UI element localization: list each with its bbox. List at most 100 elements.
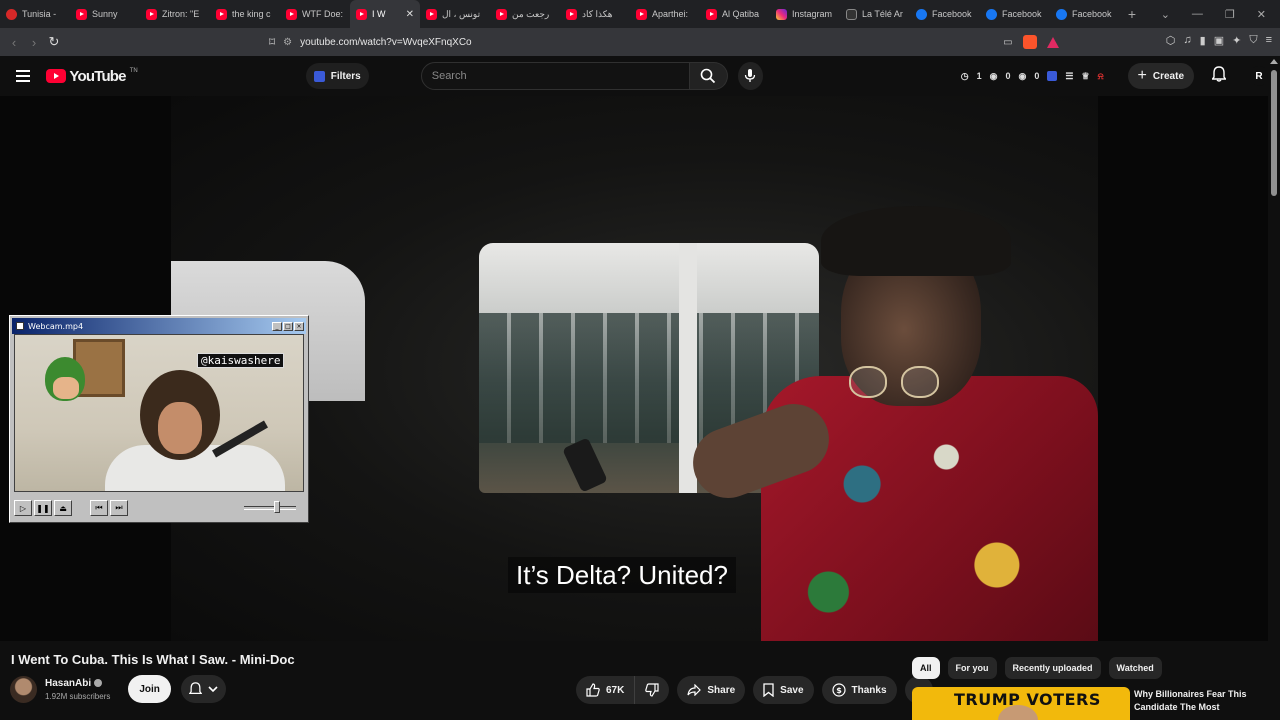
tab-0[interactable]: Tunisia -	[0, 0, 70, 28]
minimize-icon[interactable]: —	[1192, 8, 1203, 21]
tab-6[interactable]: تونس ، ال	[420, 0, 490, 28]
tab-11[interactable]: Instagram	[770, 0, 840, 28]
share-icon	[687, 684, 702, 696]
tab-15[interactable]: Facebook	[1050, 0, 1120, 28]
youtube-muted-icon	[76, 8, 87, 20]
voice-search-button[interactable]	[737, 62, 763, 90]
reload-button[interactable]: ↻	[44, 34, 64, 50]
close-tab-icon[interactable]: ✕	[406, 9, 414, 20]
like-dislike-group: 67K	[576, 676, 670, 704]
tunisia-flag-icon	[6, 8, 17, 20]
join-button[interactable]: Join	[128, 675, 171, 703]
luigi-mask	[45, 357, 85, 401]
minimize-icon: _	[272, 321, 282, 331]
webcam-overlay-window: Webcam.mp4 _ □ × @kaiswashere ▷ ❚❚ ⏏ ⏮ ⏭	[9, 315, 309, 523]
tab-9[interactable]: Aparthei:	[630, 0, 700, 28]
dislike-button[interactable]	[635, 676, 669, 704]
tab-8[interactable]: هكذا كاد	[560, 0, 630, 28]
chevron-down-icon[interactable]: ⌄	[1161, 8, 1170, 21]
tab-1[interactable]: Sunny	[70, 0, 140, 28]
leo-icon[interactable]: ✦	[1232, 34, 1241, 47]
youtube-icon	[286, 8, 297, 20]
like-button[interactable]: 67K	[576, 676, 636, 704]
tab-14[interactable]: Facebook	[980, 0, 1050, 28]
bell-off-icon[interactable]: ⍾	[1098, 71, 1104, 82]
wallet-icon[interactable]: ▣	[1214, 34, 1224, 47]
create-button[interactable]: + Create	[1127, 63, 1195, 89]
thanks-button[interactable]: $ Thanks	[821, 676, 897, 704]
brave-rewards-icon[interactable]	[1046, 36, 1059, 48]
bookmark-icon[interactable]: ⌑	[269, 35, 275, 49]
tab-12[interactable]: La Télé Ar	[840, 0, 910, 28]
channel-row: HasanAbi 1.92M subscribers Join	[10, 675, 226, 703]
hamburger-menu-icon[interactable]	[16, 70, 31, 82]
play-icon: ▷	[14, 500, 32, 516]
youtube-icon	[706, 8, 717, 20]
back-button[interactable]: ‹	[4, 35, 24, 50]
recommended-video-title[interactable]: Why Billionaires Fear This Candidate The…	[1134, 688, 1254, 714]
chip-watched[interactable]: Watched	[1108, 657, 1162, 679]
site-settings-icon[interactable]: ⚙	[283, 37, 292, 48]
save-button[interactable]: Save	[753, 676, 814, 704]
url-right-icons: ▭	[1003, 35, 1059, 49]
tab-4[interactable]: WTF Doe:	[280, 0, 350, 28]
music-icon[interactable]: ♫	[1183, 34, 1191, 47]
youtube-icon	[566, 8, 577, 20]
chip-all[interactable]: All	[912, 657, 940, 679]
recommended-thumbnail[interactable]: TRUMP VOTERS	[912, 687, 1130, 720]
thanks-icon: $	[831, 683, 846, 697]
new-tab-button[interactable]: +	[1120, 6, 1144, 22]
streamer-handle: @kaiswashere	[197, 353, 285, 368]
account-avatar[interactable]: R	[1250, 66, 1268, 86]
youtube-play-icon	[46, 69, 67, 83]
filters-button[interactable]: Filters	[305, 63, 369, 89]
close-icon: ×	[294, 321, 304, 331]
youtube-logo[interactable]: YouTube TN	[46, 68, 138, 85]
extensions-icon[interactable]: ⬡	[1166, 34, 1176, 47]
brave-shields-icon[interactable]	[1022, 35, 1037, 49]
restore-icon[interactable]: ❐	[1225, 8, 1235, 21]
close-window-icon[interactable]: ✕	[1257, 8, 1266, 21]
tab-5-active[interactable]: I W ✕	[350, 0, 420, 28]
menu-icon[interactable]: ≡	[1266, 34, 1272, 47]
search-input[interactable]: Search	[420, 62, 690, 90]
thumbs-down-icon	[645, 683, 659, 697]
webcam-view: @kaiswashere	[14, 334, 304, 492]
trophy-icon[interactable]: ♕	[1081, 71, 1089, 82]
search-button[interactable]	[689, 62, 728, 90]
search-icon	[700, 68, 716, 84]
list-icon[interactable]: ☰	[1065, 71, 1073, 82]
subscriber-count: 1.92M subscribers	[45, 691, 111, 701]
youtube-icon	[426, 8, 437, 20]
vpn-icon[interactable]: ⛉	[1249, 34, 1257, 47]
tab-3[interactable]: the king c	[210, 0, 280, 28]
tab-7[interactable]: رجعت من	[490, 0, 560, 28]
microphone-icon	[745, 69, 756, 82]
tab-10[interactable]: Al Qatiba	[700, 0, 770, 28]
chip-for-you[interactable]: For you	[947, 657, 997, 679]
chip-recently-uploaded[interactable]: Recently uploaded	[1004, 657, 1101, 679]
eye-icon: ◉	[1018, 70, 1027, 81]
page-scrollbar[interactable]	[1268, 56, 1280, 720]
tab-13[interactable]: Facebook	[910, 0, 980, 28]
extension-badge-icon[interactable]	[1047, 71, 1058, 81]
video-person	[683, 206, 1098, 641]
thumbs-up-icon	[586, 683, 600, 697]
share-button[interactable]: Share	[677, 676, 746, 704]
youtube-icon	[496, 8, 507, 20]
notifications-button[interactable]	[1211, 65, 1227, 87]
bell-icon	[1211, 65, 1227, 82]
media-player-icon	[16, 322, 24, 330]
channel-avatar[interactable]	[10, 675, 37, 703]
url-field[interactable]: ⚙ youtube.com/watch?v=WvqeXFnqXCo	[283, 31, 1003, 53]
volume-slider	[244, 501, 296, 513]
forward-button[interactable]: ›	[24, 35, 44, 50]
channel-name[interactable]: HasanAbi	[45, 678, 91, 689]
sidebar-icon[interactable]: ▮	[1200, 34, 1206, 47]
tab-2[interactable]: Zitron: "E	[140, 0, 210, 28]
cast-icon[interactable]: ▭	[1003, 37, 1012, 48]
scrollbar-thumb[interactable]	[1271, 70, 1277, 196]
notification-settings-button[interactable]	[180, 675, 226, 703]
verified-icon	[94, 679, 103, 687]
youtube-audio-icon	[356, 8, 367, 20]
